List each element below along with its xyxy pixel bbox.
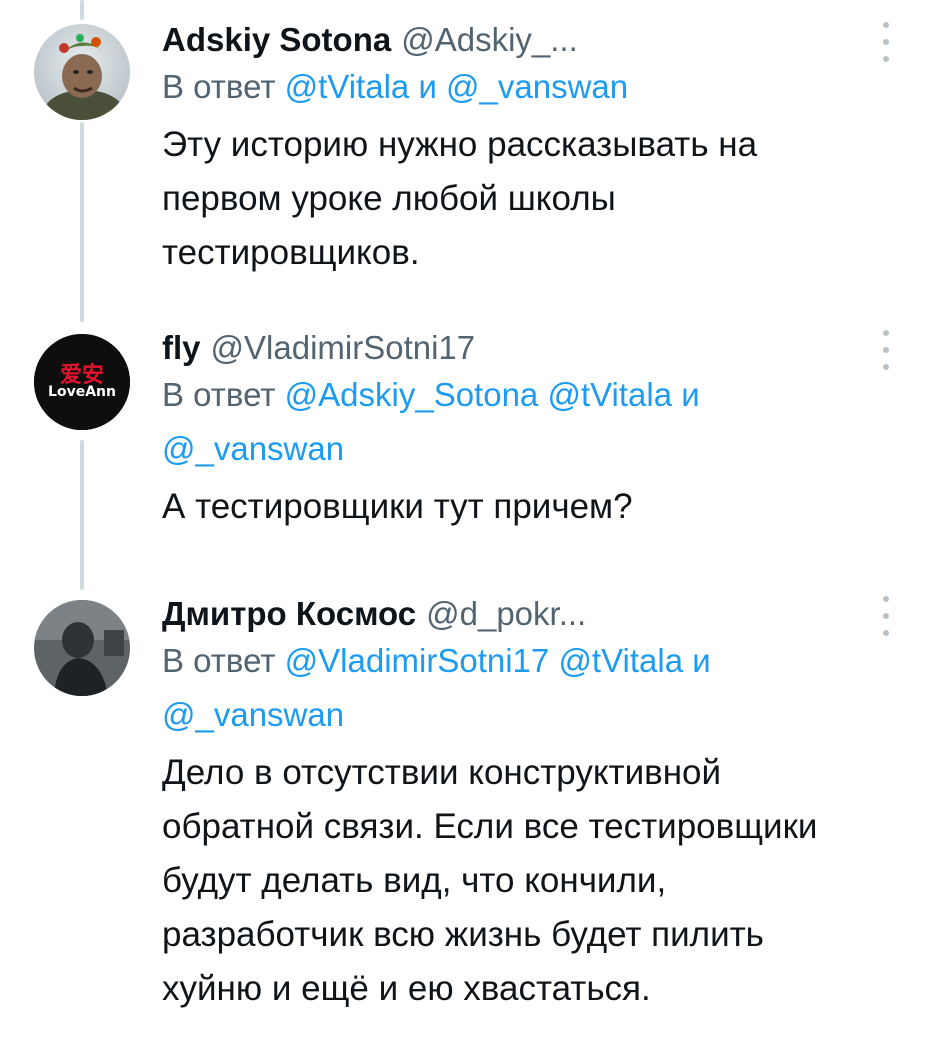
avatar-label: LoveAnn <box>48 384 116 400</box>
user-handle[interactable]: @Adskiy_... <box>401 21 578 58</box>
user-handle[interactable]: @d_pokr... <box>426 595 586 632</box>
reply-context: В ответ @tVitala и @_vanswan <box>162 60 902 114</box>
avatar[interactable] <box>34 600 130 696</box>
display-name[interactable]: fly <box>162 329 201 366</box>
more-vertical-icon[interactable] <box>880 596 892 636</box>
display-name[interactable]: Adskiy Sotona <box>162 21 391 58</box>
reply-prefix: В ответ <box>162 68 276 105</box>
tweet-text-line: первом уроке любой школы <box>162 179 616 218</box>
avatar[interactable] <box>34 24 130 120</box>
reply-context-continued: @_vanswan <box>162 688 902 742</box>
mention-conjunction[interactable]: и <box>692 642 710 679</box>
reply-prefix: В ответ <box>162 376 276 413</box>
reply-context: В ответ @Adskiy_Sotona @tVitala и <box>162 368 902 422</box>
tweet-text: Эту историю нужно рассказывать на первом… <box>162 118 902 280</box>
thread-line-top <box>80 0 84 20</box>
mention-link[interactable]: @tVitala <box>285 68 410 105</box>
reply-context: В ответ @VladimirSotni17 @tVitala и <box>162 634 902 688</box>
avatar-image-icon: 爱安 LoveAnn <box>34 334 130 430</box>
more-vertical-icon[interactable] <box>880 22 892 62</box>
mention-link[interactable]: @VladimirSotni17 <box>285 642 550 679</box>
tweet-header: Adskiy Sotona @Adskiy_... <box>162 20 902 60</box>
tweet-text-line: Эту историю нужно рассказывать на <box>162 125 758 164</box>
mention-conjunction[interactable]: и <box>681 376 699 413</box>
mention-link[interactable]: @tVitala <box>547 376 672 413</box>
more-dot <box>883 39 889 45</box>
tweet-text-line: хуйню и ещё и ею хвастаться. <box>162 969 651 1008</box>
tweet-header: Дмитро Космос @d_pokr... <box>162 594 902 634</box>
mention-link[interactable]: @_vanswan <box>162 430 344 467</box>
avatar[interactable]: 爱安 LoveAnn <box>34 334 130 430</box>
more-dot <box>883 330 889 336</box>
more-dot <box>883 364 889 370</box>
tweet-text-line: А тестировщики тут причем? <box>162 487 633 526</box>
mention-link[interactable]: @Adskiy_Sotona <box>285 376 539 413</box>
thread-line-2 <box>80 440 84 590</box>
tweet-text-line: обратной связи. Если все тестировщики <box>162 807 818 846</box>
avatar-image-icon <box>34 24 130 120</box>
tweet-text: А тестировщики тут причем? <box>162 480 902 534</box>
more-dot <box>883 22 889 28</box>
mention-link[interactable]: @_vanswan <box>162 696 344 733</box>
more-vertical-icon[interactable] <box>880 330 892 370</box>
tweet-text-line: будут делать вид, что кончили, <box>162 861 667 900</box>
more-dot <box>883 347 889 353</box>
reply-context-continued: @_vanswan <box>162 422 902 476</box>
tweet-text-line: тестировщиков. <box>162 233 420 272</box>
tweet-text-line: Дело в отсутствии конструктивной <box>162 753 722 792</box>
mention-link[interactable]: @_vanswan <box>446 68 628 105</box>
tweet-text: Дело в отсутствии конструктивной обратно… <box>162 746 902 1016</box>
more-dot <box>883 56 889 62</box>
more-dot <box>883 613 889 619</box>
mention-link[interactable]: @tVitala <box>558 642 683 679</box>
more-dot <box>883 596 889 602</box>
mention-conjunction[interactable]: и <box>418 68 436 105</box>
user-handle[interactable]: @VladimirSotni17 <box>211 329 476 366</box>
more-dot <box>883 630 889 636</box>
reply-prefix: В ответ <box>162 642 276 679</box>
tweet-header: fly @VladimirSotni17 <box>162 328 902 368</box>
display-name[interactable]: Дмитро Космос <box>162 595 416 632</box>
tweet-text-line: разработчик всю жизнь будет пилить <box>162 915 764 954</box>
avatar-image-icon <box>34 600 130 696</box>
thread-line-1 <box>80 122 84 322</box>
